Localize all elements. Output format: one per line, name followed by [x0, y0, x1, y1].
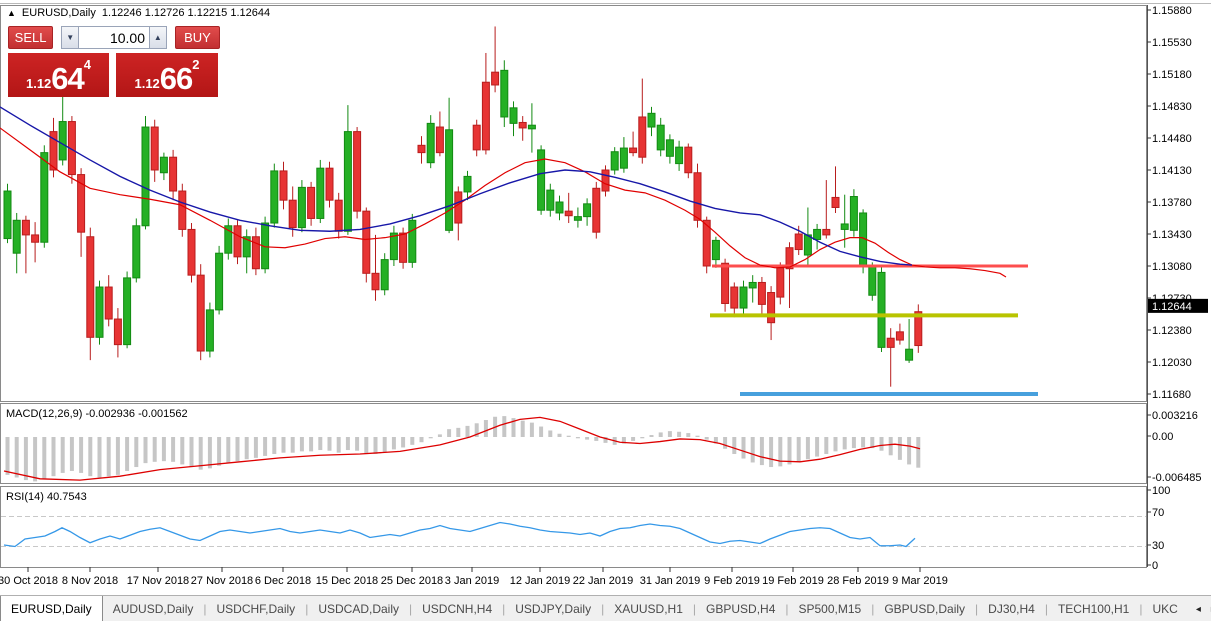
price-axis: 1.15880 1.15530 1.15180 1.14830 1.14480 1.141…	[1147, 5, 1192, 401]
svg-text:1.13080: 1.13080	[1152, 261, 1192, 273]
chart-tab-gbpusd-daily[interactable]: GBPUSD,Daily	[874, 596, 975, 621]
spacer	[53, 26, 61, 49]
collapse-quote-icon[interactable]: ▲	[7, 8, 16, 18]
svg-text:1.13430: 1.13430	[1152, 229, 1192, 241]
svg-text:25 Dec 2018: 25 Dec 2018	[381, 575, 443, 587]
chart-tab-usdcad-daily[interactable]: USDCAD,Daily	[308, 596, 409, 621]
chart-ohlc-values: 1.12246 1.12726 1.12215 1.12644	[102, 7, 270, 19]
tab-scroll-controls: ◂▸	[1188, 596, 1211, 621]
trading-terminal-window: 1.15880 1.15530 1.15180 1.14830 1.14480 1.141…	[0, 0, 1211, 621]
rsi-indicator-label: RSI(14) 40.7543	[6, 491, 87, 503]
svg-text:17 Nov 2018: 17 Nov 2018	[127, 575, 189, 587]
svg-text:1.11680: 1.11680	[1152, 389, 1191, 401]
volume-input[interactable]	[79, 26, 149, 49]
chart-tab-audusd-daily[interactable]: AUDUSD,Daily	[103, 596, 204, 621]
svg-text:1.13780: 1.13780	[1152, 197, 1192, 209]
svg-text:9 Feb 2019: 9 Feb 2019	[704, 575, 760, 587]
sell-price-big: 64	[51, 63, 83, 94]
macd-axis-label: 0.00	[1152, 431, 1173, 443]
chart-title-row: ▲ EURUSD,Daily 1.12246 1.12726 1.12215 1…	[7, 7, 270, 19]
svg-text:1.14830: 1.14830	[1152, 101, 1192, 113]
svg-text:27 Nov 2018: 27 Nov 2018	[191, 575, 253, 587]
svg-text:15 Dec 2018: 15 Dec 2018	[316, 575, 378, 587]
chart-tab-usdchf-daily[interactable]: USDCHF,Daily	[207, 596, 306, 621]
time-axis: 30 Oct 2018 8 Nov 2018 17 Nov 201827 Nov 2…	[0, 567, 948, 587]
sell-price-pip: 4	[84, 58, 91, 71]
macd-indicator-label: MACD(12,26,9) -0.002936 -0.001562	[6, 408, 188, 420]
volume-increase-button[interactable]: ▲	[149, 26, 167, 49]
chart-tab-gbpusd-h4[interactable]: GBPUSD,H4	[696, 596, 785, 621]
svg-text:9 Mar 2019: 9 Mar 2019	[892, 575, 948, 587]
one-click-trading-panel: SELL ▼ ▲ BUY 1.12 64 4 1.12 66 2	[8, 26, 220, 97]
svg-text:3 Jan 2019: 3 Jan 2019	[445, 575, 499, 587]
chart-tab-sp500-m15[interactable]: SP500,M15	[789, 596, 872, 621]
buy-button[interactable]: BUY	[175, 26, 220, 49]
chart-tab-usdcnh-h4[interactable]: USDCNH,H4	[412, 596, 502, 621]
svg-text:12 Jan 2019: 12 Jan 2019	[510, 575, 571, 587]
rsi-axis-label: 30	[1152, 540, 1164, 552]
volume-decrease-button[interactable]: ▼	[61, 26, 79, 49]
buy-price-prefix: 1.12	[134, 74, 159, 94]
svg-text:1.14480: 1.14480	[1152, 133, 1192, 145]
tab-scroll-left-icon[interactable]: ◂	[1196, 604, 1201, 615]
macd-axis-label: 0.003216	[1152, 410, 1198, 422]
macd-axis-label: -0.006485	[1152, 472, 1202, 484]
svg-text:19 Feb 2019: 19 Feb 2019	[762, 575, 824, 587]
chart-tab-eurusd-daily[interactable]: EURUSD,Daily	[0, 596, 103, 621]
sell-price-prefix: 1.12	[26, 74, 51, 94]
svg-text:8 Nov 2018: 8 Nov 2018	[62, 575, 118, 587]
rsi-axis-label: 100	[1152, 485, 1170, 497]
current-price-value: 1.12644	[1152, 301, 1192, 313]
buy-price-box[interactable]: 1.12 66 2	[116, 53, 218, 97]
chart-tab-xauusd-h1[interactable]: XAUUSD,H1	[604, 596, 693, 621]
sell-price-box[interactable]: 1.12 64 4	[8, 53, 109, 97]
chart-tab-dj30-h4[interactable]: DJ30,H4	[978, 596, 1045, 621]
svg-text:6 Dec 2018: 6 Dec 2018	[255, 575, 311, 587]
svg-text:1.15530: 1.15530	[1152, 37, 1192, 49]
buy-price-big: 66	[160, 63, 192, 94]
svg-text:1.15180: 1.15180	[1152, 69, 1192, 81]
chart-tab-tech100-h1[interactable]: TECH100,H1	[1048, 596, 1139, 621]
rsi-axis-label: 0	[1152, 560, 1158, 572]
chart-tab-ukc[interactable]: UKC	[1142, 596, 1187, 621]
svg-text:22 Jan 2019: 22 Jan 2019	[573, 575, 634, 587]
buy-price-pip: 2	[192, 58, 199, 71]
svg-text:31 Jan 2019: 31 Jan 2019	[640, 575, 701, 587]
svg-text:1.12030: 1.12030	[1152, 357, 1192, 369]
svg-text:1.15880: 1.15880	[1152, 5, 1192, 17]
spacer	[167, 26, 175, 49]
sell-button[interactable]: SELL	[8, 26, 53, 49]
svg-text:1.12380: 1.12380	[1152, 325, 1192, 337]
chart-tab-bar: EURUSD,DailyAUDUSD,Daily|USDCHF,Daily|US…	[0, 595, 1211, 621]
panel-frame-2	[1, 487, 1147, 568]
svg-text:28 Feb 2019: 28 Feb 2019	[827, 575, 889, 587]
chart-symbol-label: EURUSD,Daily	[22, 7, 96, 19]
rsi-axis-label: 70	[1152, 507, 1164, 519]
svg-text:1.14130: 1.14130	[1152, 165, 1192, 177]
svg-text:30 Oct 2018: 30 Oct 2018	[0, 575, 58, 587]
chart-tab-usdjpy-daily[interactable]: USDJPY,Daily	[505, 596, 601, 621]
